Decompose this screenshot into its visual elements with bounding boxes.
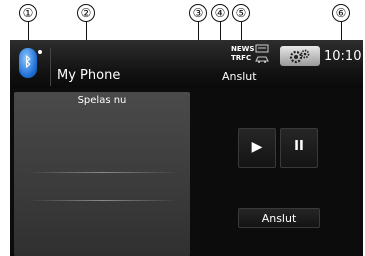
bluetooth-glyph: ᛒ — [24, 55, 32, 70]
clock: 10:10 — [324, 49, 362, 64]
callout-3: ③ — [189, 4, 207, 22]
track-info-line-2 — [28, 200, 178, 201]
callout-4: ④ — [211, 4, 229, 22]
callout-5: ⑤ — [232, 4, 250, 22]
play-button[interactable]: ▶ — [238, 128, 276, 168]
now-playing-title: Spelas nu — [77, 95, 127, 106]
news-label: NEWS — [231, 45, 255, 53]
callout-6: ⑥ — [332, 4, 350, 22]
bluetooth-button[interactable]: ᛒ — [16, 46, 42, 80]
status-bar: ᛒ My Phone Anslut NEWS TRFC 10:10 — [10, 40, 363, 88]
trfc-label: TRFC — [231, 54, 252, 62]
pause-icon: II — [294, 139, 304, 154]
track-info-line-1 — [28, 172, 178, 173]
connect-button-label: Anslut — [261, 212, 297, 225]
connect-button[interactable]: Anslut — [238, 208, 320, 228]
bluetooth-icon: ᛒ — [19, 48, 37, 78]
callout-1: ① — [19, 4, 37, 22]
traffic-indicator-icon — [255, 56, 269, 63]
now-playing-panel: Spelas nu — [14, 92, 190, 256]
device-name: My Phone — [57, 68, 121, 83]
gear-icon — [289, 49, 310, 64]
pause-button[interactable]: II — [280, 128, 318, 168]
news-indicator-icon — [255, 44, 269, 53]
header-divider — [50, 48, 51, 86]
settings-button[interactable] — [280, 46, 320, 66]
head-unit-screen: ᛒ My Phone Anslut NEWS TRFC 10:10 Spelas… — [10, 40, 363, 256]
connection-status: Anslut — [222, 70, 257, 83]
bluetooth-indicator-dot — [38, 50, 42, 54]
callout-2: ② — [77, 4, 95, 22]
play-icon: ▶ — [251, 139, 263, 155]
